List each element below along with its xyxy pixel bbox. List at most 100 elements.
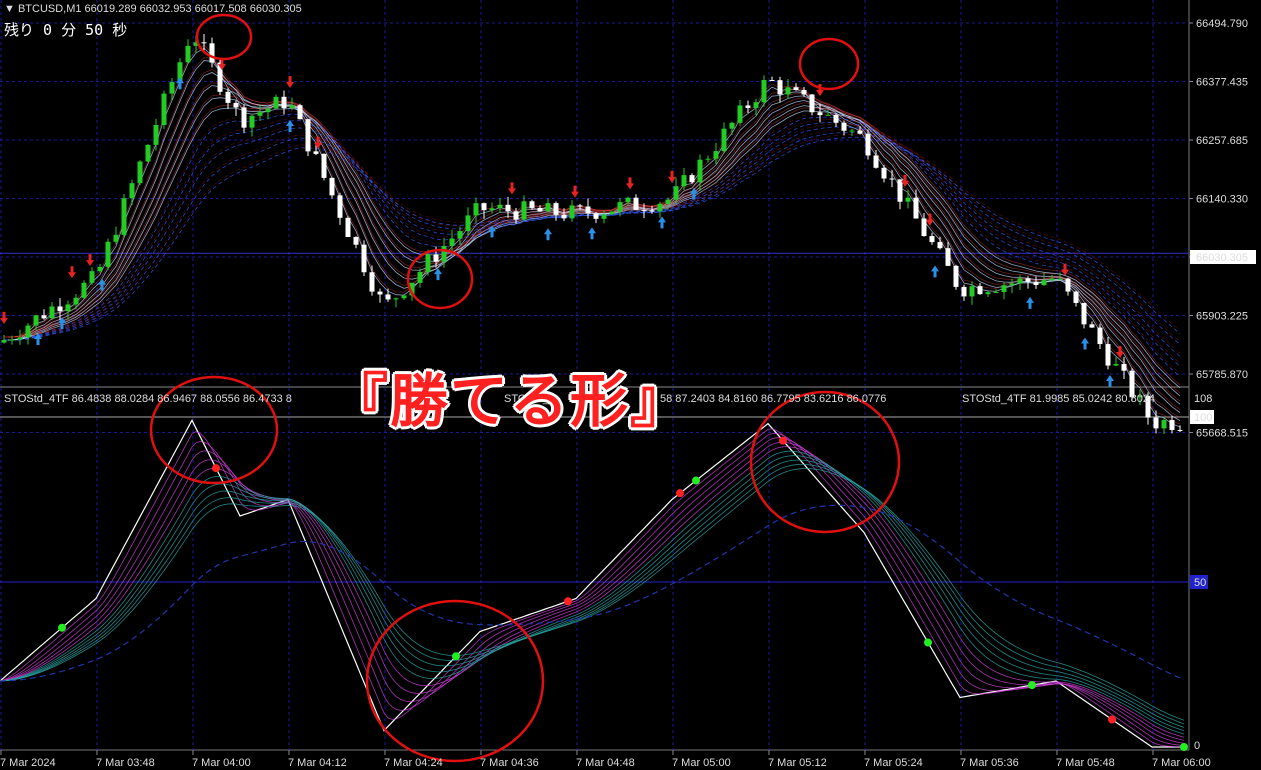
signal-dot	[676, 489, 684, 498]
candle-body	[81, 282, 87, 298]
signal-dot	[924, 638, 932, 647]
y-tick-label: 66030.305	[1196, 252, 1248, 264]
candle-body	[153, 124, 159, 145]
candle-body	[313, 151, 319, 154]
candle-body	[49, 306, 55, 319]
signal-dot	[212, 464, 220, 473]
candle-body	[105, 241, 111, 267]
candle-body	[497, 204, 503, 209]
candle-body	[1097, 327, 1103, 345]
y-tick-label: 66257.685	[1196, 135, 1248, 147]
candle-body	[1153, 417, 1159, 429]
candle-body	[577, 205, 583, 207]
candle-body	[505, 204, 511, 212]
indicator-panel	[0, 388, 1189, 750]
candle-body	[489, 208, 495, 211]
candle-body	[585, 206, 591, 214]
candle-body	[681, 175, 687, 187]
candle-body	[521, 201, 527, 220]
indicator-tick-label: 108	[1194, 393, 1212, 405]
candle-body	[705, 158, 711, 160]
candle-body	[1073, 291, 1079, 303]
candle-body	[329, 177, 335, 196]
candle-body	[273, 96, 279, 109]
candle-body	[337, 195, 343, 218]
candle-body	[1017, 278, 1023, 284]
x-tick-label: 7 Mar 04:00	[192, 757, 251, 769]
x-tick-label: 7 Mar 05:00	[672, 757, 731, 769]
candle-body	[473, 203, 479, 216]
candle-body	[169, 82, 175, 94]
candle-body	[969, 286, 975, 297]
candle-body	[761, 80, 767, 103]
candle-body	[745, 105, 751, 108]
signal-dot	[692, 476, 700, 485]
candle-body	[769, 80, 775, 82]
remaining-time: 残り 0 分 50 秒	[4, 21, 128, 39]
candle-body	[201, 42, 207, 44]
candle-body	[953, 265, 959, 287]
signal-dot	[452, 652, 460, 661]
candle-body	[185, 45, 191, 63]
overlay-title: 『勝てる形』	[330, 367, 691, 435]
candle-body	[729, 122, 735, 129]
candle-body	[57, 306, 63, 312]
candle-body	[289, 105, 295, 109]
candle-body	[833, 114, 839, 123]
candle-body	[625, 197, 631, 203]
candle-body	[977, 286, 983, 295]
candle-body	[601, 214, 607, 219]
candle-body	[873, 155, 879, 168]
candle-body	[1025, 278, 1031, 282]
candle-body	[913, 197, 919, 219]
indicator-tick-label: 50	[1194, 577, 1206, 589]
y-tick-label: 65785.870	[1196, 369, 1248, 381]
candle-body	[9, 339, 15, 341]
candle-body	[353, 237, 359, 245]
candle-body	[65, 304, 71, 312]
candle-body	[881, 167, 887, 179]
candle-body	[1161, 420, 1167, 429]
price-panel	[0, 0, 1189, 386]
candle-body	[865, 133, 871, 156]
candle-body	[129, 183, 135, 199]
candle-body	[817, 112, 823, 116]
candle-body	[929, 236, 935, 243]
candle-body	[1105, 344, 1111, 366]
indicator-label-right: STOStd_4TF 81.9985 85.0242 80.8024	[962, 393, 1156, 405]
candle-body	[321, 153, 327, 178]
x-tick-label: 7 Mar 05:36	[960, 757, 1019, 769]
candle-body	[361, 244, 367, 273]
candle-body	[17, 337, 23, 340]
candle-body	[449, 238, 455, 246]
candle-body	[457, 231, 463, 239]
candle-body	[961, 286, 967, 297]
candle-body	[777, 80, 783, 95]
candle-body	[73, 297, 79, 305]
candle-body	[513, 211, 519, 220]
candle-body	[897, 179, 903, 202]
candle-body	[889, 178, 895, 180]
candle-body	[609, 211, 615, 215]
candle-body	[529, 201, 535, 208]
candle-body	[137, 161, 143, 184]
y-tick-label: 65668.515	[1196, 428, 1248, 440]
y-tick-label: 66140.330	[1196, 194, 1248, 206]
candle-body	[569, 205, 575, 219]
x-tick-label: 7 Mar 03:48	[96, 757, 155, 769]
candle-body	[673, 186, 679, 200]
candle-body	[1049, 278, 1055, 281]
candle-body	[1065, 278, 1071, 292]
candle-body	[113, 234, 119, 242]
candle-body	[737, 105, 743, 123]
candle-body	[225, 91, 231, 103]
x-tick-label: 7 Mar 04:12	[288, 757, 347, 769]
candle-body	[241, 107, 247, 128]
candle-body	[721, 128, 727, 152]
candle-body	[393, 298, 399, 300]
candle-body	[801, 90, 807, 95]
time-axis: 7 Mar 2024 7 Mar 03:48 7 Mar 04:00 7 Mar 04…	[0, 750, 1211, 769]
candle-body	[1057, 278, 1063, 280]
candle-body	[1001, 285, 1007, 293]
candle-body	[401, 295, 407, 299]
